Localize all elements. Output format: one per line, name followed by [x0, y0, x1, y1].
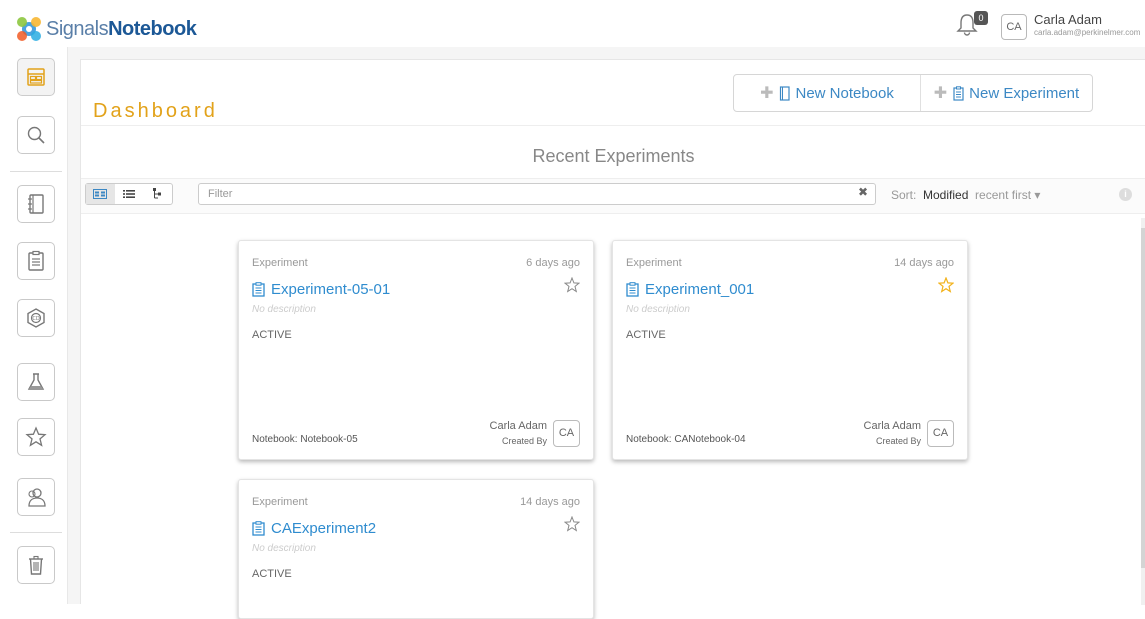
brand-name: SignalsNotebook	[46, 17, 197, 40]
card-modified: 6 days ago	[526, 257, 580, 269]
creator-avatar[interactable]: CA	[553, 420, 580, 447]
sort-key[interactable]: Modified	[923, 188, 968, 202]
tree-view-icon	[152, 188, 161, 199]
clipboard-icon	[252, 282, 265, 297]
star-icon[interactable]	[938, 277, 954, 293]
card-view-icon	[93, 189, 108, 199]
hexagon-icon: CD	[27, 308, 45, 328]
svg-text:CD: CD	[32, 316, 39, 322]
sidebar-item-trash[interactable]	[17, 546, 55, 584]
notebook-icon	[780, 85, 791, 101]
dashboard-icon	[27, 68, 45, 86]
card-modified: 14 days ago	[894, 257, 954, 269]
create-button-group: ✚ New Notebook ✚ New Experiment	[733, 74, 1093, 112]
card-title-link[interactable]: Experiment-05-01	[252, 281, 390, 298]
scrollbar[interactable]	[1141, 218, 1145, 605]
experiment-card[interactable]: Experiment 14 days ago Experiment_001 No…	[612, 240, 968, 460]
list-view-icon	[123, 190, 135, 198]
main-area: Dashboard ✚ New Notebook ✚ New Experimen…	[68, 47, 1145, 619]
clipboard-icon	[953, 85, 964, 101]
sidebar-item-favorites[interactable]	[17, 418, 55, 456]
card-created-by-label: Created By	[875, 436, 921, 446]
info-icon[interactable]: i	[1119, 188, 1132, 201]
new-experiment-button[interactable]: ✚ New Experiment	[919, 75, 1092, 111]
users-icon	[28, 488, 46, 507]
new-notebook-button[interactable]: ✚ New Notebook	[734, 75, 920, 111]
clipboard-icon	[252, 521, 265, 536]
card-type: Experiment	[252, 257, 308, 269]
card-notebook: Notebook: CANotebook-04	[626, 434, 746, 445]
card-title: CAExperiment2	[271, 520, 377, 537]
list-view-button[interactable]	[115, 184, 144, 204]
clear-filter-icon[interactable]: ✖	[858, 185, 868, 199]
notebook-icon	[28, 194, 44, 214]
experiment-card[interactable]: Experiment 14 days ago CAExperiment2 No …	[238, 479, 594, 619]
sort-label: Sort:	[891, 188, 917, 202]
sidebar-item-search[interactable]	[17, 116, 55, 154]
trash-icon	[29, 555, 43, 575]
card-title-link[interactable]: CAExperiment2	[252, 520, 376, 537]
dashboard-panel: Dashboard ✚ New Notebook ✚ New Experimen…	[80, 59, 1145, 619]
flask-icon	[27, 373, 45, 390]
star-icon[interactable]	[564, 277, 580, 293]
card-title-link[interactable]: Experiment_001	[626, 281, 754, 298]
card-creator: Carla Adam	[863, 420, 921, 432]
page-title: Dashboard	[93, 100, 218, 122]
sidebar-divider	[10, 532, 62, 533]
user-avatar[interactable]: CA	[1001, 14, 1027, 40]
card-description: No description	[626, 304, 690, 315]
card-title: Experiment_001	[645, 281, 755, 298]
clipboard-icon	[28, 250, 44, 271]
sort-order-dropdown[interactable]: recent first ▾	[975, 188, 1040, 202]
new-experiment-label: New Experiment	[969, 84, 1080, 102]
card-notebook: Notebook: Notebook-05	[252, 434, 358, 445]
card-modified: 14 days ago	[520, 496, 580, 508]
plus-icon: ✚	[933, 85, 948, 102]
sort-control[interactable]: Sort: Modified recent first ▾	[891, 188, 1040, 202]
scrollbar-thumb[interactable]	[1141, 228, 1145, 568]
clipboard-icon	[626, 282, 639, 297]
search-icon	[27, 126, 45, 144]
tree-view-button[interactable]	[143, 184, 172, 204]
card-description: No description	[252, 543, 316, 554]
sidebar-item-chemdraw[interactable]: CD	[17, 299, 55, 337]
logo-mark-icon	[17, 17, 41, 41]
sidebar-item-materials[interactable]	[17, 363, 55, 401]
star-icon[interactable]	[564, 516, 580, 532]
card-description: No description	[252, 304, 316, 315]
sidebar-item-notebooks[interactable]	[17, 185, 55, 223]
creator-avatar[interactable]: CA	[927, 420, 954, 447]
card-type: Experiment	[252, 496, 308, 508]
card-title: Experiment-05-01	[271, 281, 391, 298]
card-type: Experiment	[626, 257, 682, 269]
list-toolbar: Filter ✖ Sort: Modified recent first ▾ i	[81, 178, 1145, 214]
brand-logo[interactable]: SignalsNotebook	[14, 14, 197, 44]
new-notebook-label: New Notebook	[795, 84, 894, 102]
star-icon	[25, 426, 47, 447]
left-sidebar: CD	[0, 47, 68, 604]
experiment-card[interactable]: Experiment 6 days ago Experiment-05-01 N…	[238, 240, 594, 460]
user-email: carla.adam@perkinelmer.com	[1034, 28, 1141, 37]
sidebar-item-dashboard[interactable]	[17, 58, 55, 96]
plus-icon: ✚	[760, 85, 774, 102]
card-status: ACTIVE	[252, 329, 292, 341]
filter-input[interactable]: Filter	[198, 183, 876, 205]
section-title: Recent Experiments	[532, 146, 695, 166]
sidebar-item-experiments[interactable]	[17, 242, 55, 280]
view-toggle	[85, 183, 173, 205]
notification-count-badge: 0	[974, 11, 988, 25]
card-view-button[interactable]	[86, 184, 115, 204]
top-header: SignalsNotebook 0 CA Carla Adam carla.ad…	[0, 0, 1145, 47]
card-status: ACTIVE	[626, 329, 666, 341]
sidebar-item-users[interactable]	[17, 478, 55, 516]
card-status: ACTIVE	[252, 568, 292, 580]
sidebar-divider	[10, 171, 62, 172]
user-name[interactable]: Carla Adam	[1034, 12, 1102, 27]
header-divider	[81, 125, 1145, 126]
card-created-by-label: Created By	[501, 436, 547, 446]
card-creator: Carla Adam	[489, 420, 547, 432]
